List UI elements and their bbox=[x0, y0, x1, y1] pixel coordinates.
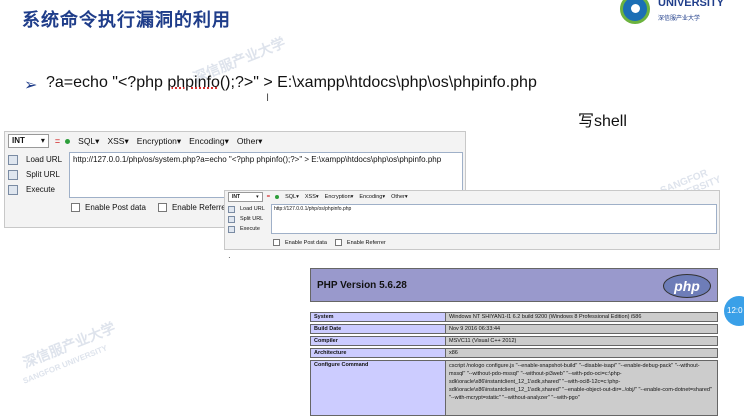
post-data-label: Enable Post data bbox=[85, 203, 146, 212]
minus-icon[interactable]: = bbox=[267, 194, 271, 200]
menu-encryption[interactable]: Encryption▾ bbox=[137, 136, 181, 147]
note-write-shell: 写shell bbox=[578, 113, 627, 130]
phpinfo-header: PHP Version 5.6.28 php bbox=[310, 268, 718, 302]
menu-sql[interactable]: SQL▾ bbox=[78, 136, 99, 147]
load-url-icon bbox=[8, 154, 18, 165]
php-version: PHP Version 5.6.28 bbox=[317, 280, 407, 291]
split-url-icon bbox=[8, 169, 18, 180]
int-select[interactable]: INT ▾ bbox=[228, 192, 263, 202]
menu-xss[interactable]: XSS▾ bbox=[107, 136, 128, 147]
menu-xss[interactable]: XSS▾ bbox=[305, 194, 319, 200]
php-logo-icon: php bbox=[663, 274, 711, 298]
hackbar-options: Enable Post data Enable Referrer bbox=[273, 239, 386, 246]
logo-emblem-icon bbox=[620, 0, 650, 24]
execute-button[interactable]: Execute bbox=[228, 224, 265, 234]
execute-icon bbox=[228, 225, 235, 233]
slide-title: 系统命令执行漏洞的利用 bbox=[22, 10, 231, 30]
menu-other[interactable]: Other▾ bbox=[391, 194, 408, 200]
post-data-checkbox[interactable] bbox=[273, 239, 280, 246]
post-data-checkbox[interactable] bbox=[71, 203, 80, 212]
command-text: ?a=echo "<?php phpinfo();?>" > E:\xampp\… bbox=[46, 74, 537, 91]
table-row: Configure Command cscript /nologo configu… bbox=[310, 360, 718, 416]
hackbar-actions: Load URL Split URL Execute bbox=[8, 152, 62, 197]
menu-encoding[interactable]: Encoding▾ bbox=[359, 194, 385, 200]
clock-badge: 12:0 bbox=[724, 296, 744, 326]
load-url-icon bbox=[228, 205, 235, 213]
table-row: Compiler MSVC11 (Visual C++ 2012) bbox=[310, 336, 718, 346]
menu-sql[interactable]: SQL▾ bbox=[285, 194, 299, 200]
post-data-label: Enable Post data bbox=[285, 239, 327, 246]
referrer-checkbox[interactable] bbox=[334, 239, 342, 246]
menu-encoding[interactable]: Encoding▾ bbox=[189, 136, 229, 147]
status-dot-icon bbox=[65, 138, 71, 144]
text-cursor-icon: I bbox=[266, 92, 270, 104]
referrer-checkbox[interactable] bbox=[157, 203, 167, 212]
referrer-label: Enable Referrer bbox=[346, 239, 386, 246]
hackbar-panel-small: INT ▾ = SQL▾ XSS▾ Encryption▾ Encoding▾ O… bbox=[224, 190, 720, 250]
table-row: System Windows NT SHIYAN1-I1 6.2 build 92… bbox=[310, 312, 718, 322]
int-select[interactable]: INT ▾ bbox=[8, 134, 49, 148]
url-input[interactable]: http://127.0.0.1/php/os/phpinfo.php bbox=[271, 204, 717, 234]
hackbar-toolbar: INT ▾ = SQL▾ XSS▾ Encryption▾ Encoding▾ O… bbox=[225, 191, 719, 203]
table-row: Architecture x86 bbox=[310, 348, 718, 358]
status-dot-icon bbox=[275, 195, 280, 199]
split-url-button[interactable]: Split URL bbox=[8, 167, 62, 182]
table-row: Build Date Nov 9 2016 06:33:44 bbox=[310, 324, 718, 334]
split-url-button[interactable]: Split URL bbox=[228, 214, 265, 224]
load-url-button[interactable]: Load URL bbox=[228, 204, 265, 214]
split-url-icon bbox=[228, 215, 235, 223]
menu-other[interactable]: Other▾ bbox=[237, 136, 263, 147]
small-mark: · bbox=[228, 253, 231, 262]
logo-chinese: 深信服产业大学 bbox=[658, 16, 701, 22]
minus-icon[interactable]: = bbox=[55, 136, 60, 146]
bullet-arrow-icon: ➢ bbox=[24, 77, 38, 94]
university-logo: UNIVERSITY 深信服产业大学 bbox=[618, 0, 744, 30]
hackbar-actions: Load URL Split URL Execute bbox=[228, 204, 265, 234]
referrer-label: Enable Referrer bbox=[171, 203, 229, 212]
phpinfo-page: PHP Version 5.6.28 php System Windows NT … bbox=[310, 268, 718, 420]
load-url-button[interactable]: Load URL bbox=[8, 152, 62, 167]
menu-encryption[interactable]: Encryption▾ bbox=[325, 194, 354, 200]
logo-name: UNIVERSITY bbox=[658, 0, 725, 9]
execute-button[interactable]: Execute bbox=[8, 182, 62, 197]
hackbar-toolbar: INT ▾ = SQL▾ XSS▾ Encryption▾ Encoding▾ O… bbox=[5, 132, 465, 150]
execute-icon bbox=[8, 184, 18, 195]
hackbar-options: Enable Post data Enable Referrer bbox=[71, 203, 228, 212]
